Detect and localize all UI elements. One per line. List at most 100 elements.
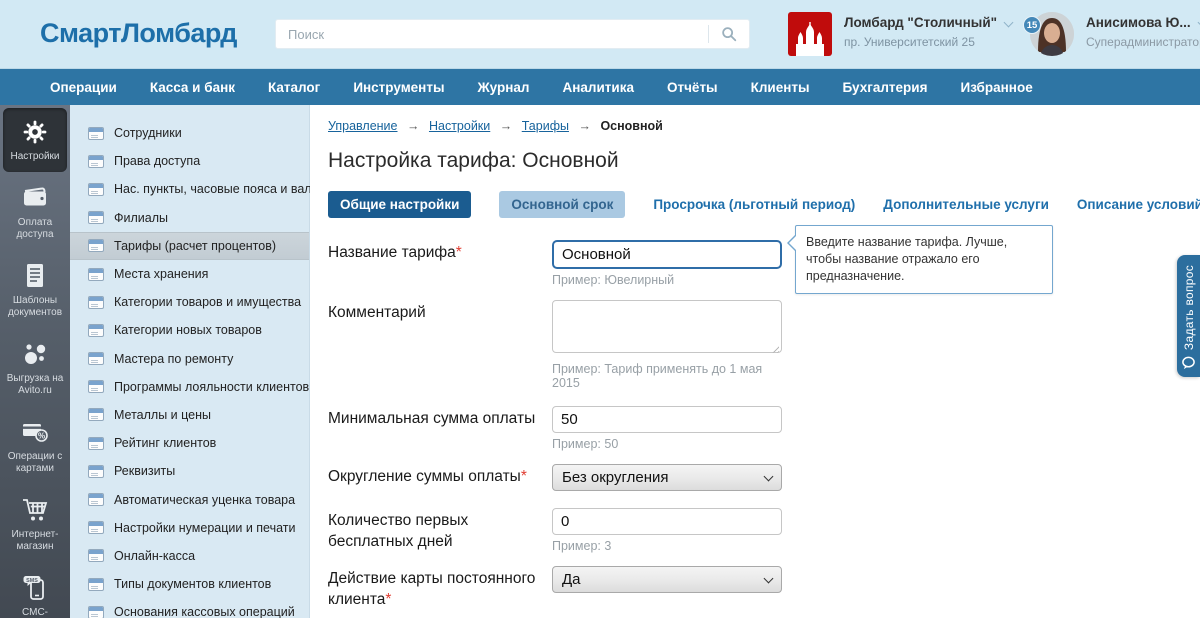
window-icon xyxy=(88,268,104,281)
nav-item-analytics[interactable]: Аналитика xyxy=(563,80,634,95)
tab-main-term[interactable]: Основной срок xyxy=(499,191,625,218)
ask-question-button[interactable]: Задать вопрос xyxy=(1177,255,1200,377)
window-icon xyxy=(88,127,104,140)
sidebar-item-card-operations[interactable]: % Операции с картами xyxy=(3,408,67,484)
nav-item-journal[interactable]: Журнал xyxy=(477,80,529,95)
field-label: Комментарий xyxy=(328,304,426,321)
required-mark: * xyxy=(385,591,391,608)
sidebar-item-settings[interactable]: Настройки xyxy=(3,108,67,172)
menu-item-repair-masters[interactable]: Мастера по ремонту xyxy=(70,345,309,373)
window-icon xyxy=(88,155,104,168)
required-mark: * xyxy=(456,244,462,261)
menu-item-numbering-print[interactable]: Настройки нумерации и печати xyxy=(70,514,309,542)
sidebar-item-document-templates[interactable]: Шаблоны документов xyxy=(3,252,67,328)
loyalty-card-select[interactable]: Да xyxy=(552,566,782,593)
field-label: Действие карты постоянного клиента xyxy=(328,570,535,608)
menu-item-client-rating[interactable]: Рейтинг клиентов xyxy=(70,429,309,457)
svg-text:%: % xyxy=(38,431,45,440)
free-days-input[interactable] xyxy=(552,508,782,535)
form-row-rounding: Округление суммы оплаты* Без округления xyxy=(328,464,1200,491)
sidebar-item-online-store[interactable]: Интернет-магазин xyxy=(3,486,67,562)
page-title: Настройка тарифа: Основной xyxy=(328,149,1200,173)
main-content: Управление → Настройки → Тарифы → Основн… xyxy=(310,105,1200,618)
nav-item-catalog[interactable]: Каталог xyxy=(268,80,320,95)
sidebar-item-label: СМС-рассылка xyxy=(5,607,65,618)
window-icon xyxy=(88,380,104,393)
window-icon xyxy=(88,437,104,450)
field-label: Название тарифа xyxy=(328,244,456,261)
menu-item-storage-places[interactable]: Места хранения xyxy=(70,260,309,288)
chevron-down-icon[interactable] xyxy=(1005,18,1013,26)
tariff-name-input[interactable] xyxy=(552,240,782,269)
sidebar-item-label: Операции с картами xyxy=(5,451,65,476)
form-row-tariff-name: Название тарифа* Пример: Ювелирный xyxy=(328,240,1200,287)
sidebar-item-avito-export[interactable]: Выгрузка на Avito.ru xyxy=(3,330,67,406)
menu-item-cash-operation-reasons[interactable]: Основания кассовых операций xyxy=(70,598,309,618)
breadcrumb-link-tariffs[interactable]: Тарифы xyxy=(522,119,569,133)
nav-item-cash-bank[interactable]: Касса и банк xyxy=(150,80,235,95)
field-label: Количество первых бесплатных дней xyxy=(328,512,468,550)
nav-item-favorites[interactable]: Избранное xyxy=(960,80,1032,95)
svg-text:SMS: SMS xyxy=(26,578,38,584)
window-icon xyxy=(88,578,104,591)
company-switcher[interactable]: Ломбард "Столичный" пр. Университетский … xyxy=(788,12,1013,56)
menu-item-metals-prices[interactable]: Металлы и цены xyxy=(70,401,309,429)
window-icon xyxy=(88,465,104,478)
company-address: пр. Университетский 25 xyxy=(844,35,1013,49)
breadcrumb-link-management[interactable]: Управление xyxy=(328,119,398,133)
menu-item-auto-markdown[interactable]: Автоматическая уценка товара xyxy=(70,485,309,513)
chat-bubble-icon xyxy=(1181,356,1196,375)
tab-overdue-grace-period[interactable]: Просрочка (льготный период) xyxy=(653,197,855,212)
sidebar-item-label: Шаблоны документов xyxy=(5,295,65,320)
document-icon xyxy=(24,261,46,291)
field-label: Минимальная сумма оплаты xyxy=(328,410,535,427)
tab-terms-description[interactable]: Описание условий xyxy=(1077,197,1200,212)
gear-icon xyxy=(22,117,48,147)
field-tooltip: Введите название тарифа. Лучше, чтобы на… xyxy=(795,225,1053,294)
menu-item-requisites[interactable]: Реквизиты xyxy=(70,457,309,485)
form-row-free-days: Количество первых бесплатных дней Пример… xyxy=(328,508,1200,553)
menu-item-new-goods-categories[interactable]: Категории новых товаров xyxy=(70,316,309,344)
search-icon[interactable] xyxy=(709,25,749,43)
field-hint: Пример: Ювелирный xyxy=(552,273,784,287)
sidebar-item-label: Оплата доступа xyxy=(5,217,65,242)
tab-additional-services[interactable]: Дополнительные услуги xyxy=(883,197,1049,212)
search-box[interactable] xyxy=(275,19,750,49)
sms-phone-icon: SMS xyxy=(22,573,48,603)
menu-item-localities-timezones[interactable]: Нас. пункты, часовые пояса и валюты xyxy=(70,175,309,203)
main-nav: Операции Касса и банк Каталог Инструмент… xyxy=(0,69,1200,105)
comment-textarea[interactable] xyxy=(552,300,782,353)
menu-item-branches[interactable]: Филиалы xyxy=(70,204,309,232)
sidebar-item-sms-mailing[interactable]: SMS СМС-рассылка xyxy=(3,564,67,618)
sidebar-item-access-payment[interactable]: Оплата доступа xyxy=(3,174,67,250)
breadcrumb-link-settings[interactable]: Настройки xyxy=(429,119,490,133)
field-hint: Пример: Тариф применять до 1 мая 2015 xyxy=(552,362,784,390)
menu-item-goods-categories[interactable]: Категории товаров и имущества xyxy=(70,288,309,316)
menu-item-access-rights[interactable]: Права доступа xyxy=(70,147,309,175)
tab-general-settings[interactable]: Общие настройки xyxy=(328,191,471,218)
field-label: Округление суммы оплаты xyxy=(328,468,521,485)
min-payment-input[interactable] xyxy=(552,406,782,433)
menu-item-tariffs[interactable]: Тарифы (расчет процентов) xyxy=(70,232,309,260)
nav-item-clients[interactable]: Клиенты xyxy=(751,80,810,95)
notification-badge[interactable]: 15 xyxy=(1023,16,1041,34)
required-mark: * xyxy=(521,468,527,485)
window-icon xyxy=(88,296,104,309)
rounding-select[interactable]: Без округления xyxy=(552,464,782,491)
top-header: СмартЛомбард Ломбард "Столичный" пр. Уни… xyxy=(0,0,1200,69)
menu-item-loyalty-programs[interactable]: Программы лояльности клиентов xyxy=(70,373,309,401)
nav-item-accounting[interactable]: Бухгалтерия xyxy=(843,80,928,95)
user-menu[interactable]: 15 Анисимова Ю... Суперадминистратор xyxy=(1030,12,1200,56)
nav-item-tools[interactable]: Инструменты xyxy=(353,80,444,95)
nav-item-operations[interactable]: Операции xyxy=(50,80,117,95)
nav-item-reports[interactable]: Отчёты xyxy=(667,80,718,95)
window-icon xyxy=(88,493,104,506)
menu-item-employees[interactable]: Сотрудники xyxy=(70,119,309,147)
search-input[interactable] xyxy=(276,20,708,48)
menu-item-client-doc-types[interactable]: Типы документов клиентов xyxy=(70,570,309,598)
sidebar-item-label: Интернет-магазин xyxy=(5,529,65,554)
menu-item-online-cash[interactable]: Онлайн-касса xyxy=(70,542,309,570)
tariff-form: Название тарифа* Пример: Ювелирный Комме… xyxy=(328,240,1200,618)
tab-bar: Общие настройки Основной срок Просрочка … xyxy=(328,191,1200,218)
chevron-down-icon xyxy=(764,471,774,481)
